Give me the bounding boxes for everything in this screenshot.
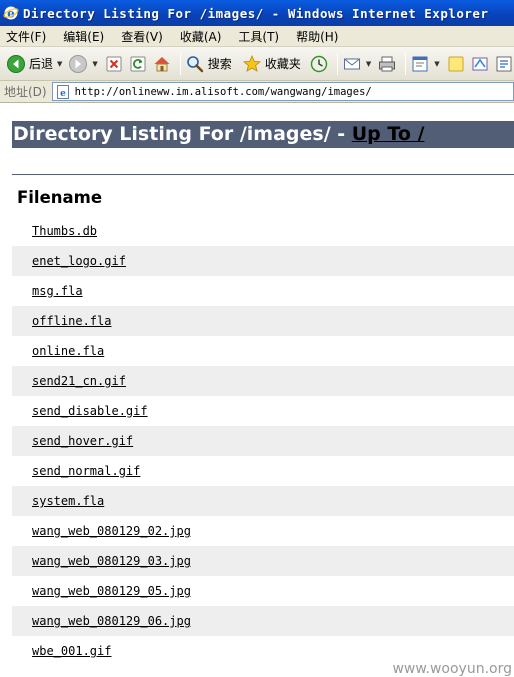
file-link[interactable]: wbe_001.gif <box>32 644 111 658</box>
file-link[interactable]: wang_web_080129_02.jpg <box>32 524 191 538</box>
menu-file[interactable]: 文件(F) <box>6 28 46 45</box>
file-row: wang_web_080129_06.jpg <box>12 606 514 636</box>
favorites-label: 收藏夹 <box>264 57 301 71</box>
file-link[interactable]: wang_web_080129_03.jpg <box>32 554 191 568</box>
menu-tools[interactable]: 工具(T) <box>238 28 279 45</box>
search-icon <box>186 55 203 72</box>
file-link[interactable]: send_disable.gif <box>32 404 148 418</box>
up-to-root-link[interactable]: Up To / <box>352 123 425 145</box>
address-label: 地址(D) <box>4 85 47 99</box>
toolbar-separator <box>405 52 407 75</box>
watermark: www.wooyun.org <box>392 661 512 677</box>
file-row: send_normal.gif <box>12 456 514 486</box>
file-row: msg.fla <box>12 276 514 306</box>
history-icon <box>310 55 328 72</box>
forward-arrow-icon <box>69 54 88 73</box>
forward-button[interactable]: ▼ <box>68 51 99 77</box>
search-label: 搜索 <box>207 57 232 71</box>
edit-icon <box>412 56 428 71</box>
mail-icon <box>343 58 360 69</box>
heading-text: Directory Listing For /images/ - <box>13 123 352 145</box>
favorites-button[interactable]: 收藏夹 <box>242 51 301 77</box>
toolbar-separator <box>179 52 181 75</box>
stop-icon <box>106 56 122 71</box>
file-link[interactable]: enet_logo.gif <box>32 254 126 268</box>
notes-button[interactable] <box>446 51 466 77</box>
search-button[interactable]: 搜索 <box>185 51 232 77</box>
history-button[interactable] <box>309 51 329 77</box>
note-icon <box>448 56 464 71</box>
page-icon: e <box>56 84 69 99</box>
refresh-icon <box>130 56 146 71</box>
file-link[interactable]: wang_web_080129_06.jpg <box>32 614 191 628</box>
address-bar: 地址(D) e http://onlineww.im.alisoft.com/w… <box>0 81 514 103</box>
address-url[interactable]: http://onlineww.im.alisoft.com/wangwang/… <box>75 86 372 98</box>
mail-button[interactable]: ▼ <box>342 51 373 77</box>
refresh-button[interactable] <box>128 51 148 77</box>
file-list: Thumbs.db enet_logo.gif msg.fla offline.fla… <box>12 216 514 666</box>
messenger-icon <box>472 57 488 70</box>
file-row: wang_web_080129_03.jpg <box>12 546 514 576</box>
menu-edit[interactable]: 编辑(E) <box>63 28 104 45</box>
file-row: offline.fla <box>12 306 514 336</box>
home-icon <box>154 56 170 71</box>
toolbar-separator <box>336 52 338 75</box>
stop-button[interactable] <box>104 51 124 77</box>
menu-bar: 文件(F) 编辑(E) 查看(V) 收藏(A) 工具(T) 帮助(H) <box>0 26 514 47</box>
page-title: Directory Listing For /images/ - Up To / <box>12 121 514 148</box>
menu-view[interactable]: 查看(V) <box>121 28 163 45</box>
filename-column-header: Filename <box>17 188 103 207</box>
mail-dropdown-icon[interactable]: ▼ <box>366 60 371 68</box>
back-dropdown-icon[interactable]: ▼ <box>57 60 62 68</box>
toolbar: 后退 ▼ ▼ 搜索 收藏夹 ▼ ▼ <box>0 47 514 81</box>
file-link[interactable]: offline.fla <box>32 314 111 328</box>
file-row: Thumbs.db <box>12 216 514 246</box>
address-input[interactable]: e http://onlineww.im.alisoft.com/wangwan… <box>51 82 514 101</box>
file-link[interactable]: send_normal.gif <box>32 464 140 478</box>
file-row: send21_cn.gif <box>12 366 514 396</box>
window-title: Directory Listing For /images/ - Windows… <box>23 5 489 21</box>
file-row: wang_web_080129_05.jpg <box>12 576 514 606</box>
star-icon <box>242 54 261 72</box>
file-row: system.fla <box>12 486 514 516</box>
file-link[interactable]: system.fla <box>32 494 104 508</box>
file-link[interactable]: msg.fla <box>32 284 83 298</box>
research-button[interactable] <box>494 51 514 77</box>
file-link[interactable]: Thumbs.db <box>32 224 97 238</box>
file-row: send_disable.gif <box>12 396 514 426</box>
back-label: 后退 <box>29 57 54 71</box>
divider <box>12 174 514 175</box>
file-link[interactable]: send_hover.gif <box>32 434 133 448</box>
print-icon <box>379 56 396 71</box>
window-title-bar: e Directory Listing For /images/ - Windo… <box>0 0 514 26</box>
file-row: wang_web_080129_02.jpg <box>12 516 514 546</box>
file-row: online.fla <box>12 336 514 366</box>
file-link[interactable]: online.fla <box>32 344 104 358</box>
page-content: Directory Listing For /images/ - Up To /… <box>0 104 514 677</box>
home-button[interactable] <box>152 51 172 77</box>
forward-dropdown-icon[interactable]: ▼ <box>92 60 97 68</box>
file-link[interactable]: send21_cn.gif <box>32 374 126 388</box>
messenger-button[interactable] <box>470 51 490 77</box>
print-button[interactable] <box>377 51 397 77</box>
research-icon <box>496 56 512 71</box>
menu-favorites[interactable]: 收藏(A) <box>180 28 222 45</box>
back-arrow-icon <box>7 54 25 73</box>
ie-logo-icon: e <box>3 6 19 21</box>
edit-dropdown-icon[interactable]: ▼ <box>434 60 439 68</box>
menu-help[interactable]: 帮助(H) <box>296 28 338 45</box>
back-button[interactable]: 后退 ▼ <box>6 51 64 77</box>
file-row: enet_logo.gif <box>12 246 514 276</box>
file-row: send_hover.gif <box>12 426 514 456</box>
file-link[interactable]: wang_web_080129_05.jpg <box>32 584 191 598</box>
edit-button[interactable]: ▼ <box>410 51 441 77</box>
svg-text:e: e <box>60 89 66 99</box>
